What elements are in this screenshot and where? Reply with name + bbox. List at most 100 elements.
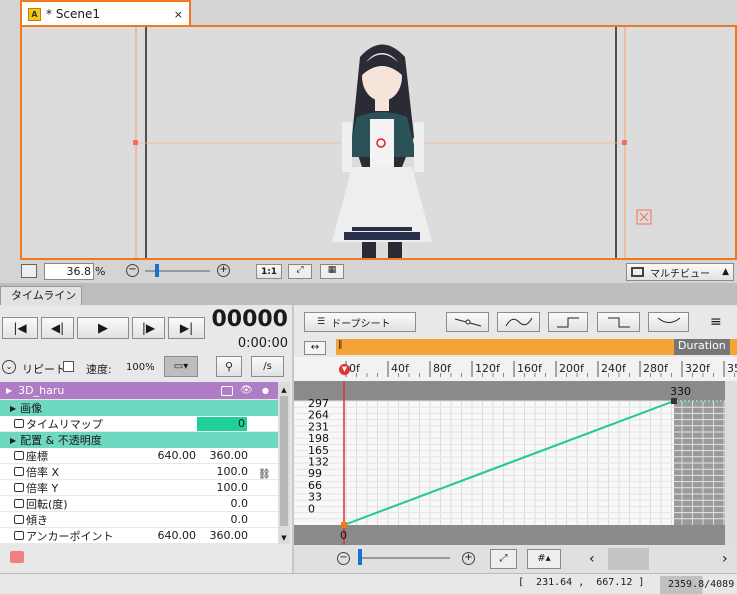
- prop-row[interactable]: アンカーポイント 640.00 360.00: [0, 528, 278, 544]
- ruler-tick-label: 80f: [433, 362, 452, 375]
- zoom-1to1-button[interactable]: 1:1: [256, 264, 282, 279]
- graph-vscroll: [725, 381, 737, 545]
- keyframe-start: [341, 522, 347, 528]
- graph-editor[interactable]: 29726423119816513299663303300: [294, 381, 737, 545]
- graph-zoom-out-icon[interactable]: −: [337, 552, 350, 565]
- playhead-handle[interactable]: ▼: [339, 364, 350, 375]
- zoom-input[interactable]: 36.8: [44, 263, 94, 280]
- keyframe-toggle-icon[interactable]: [14, 499, 24, 508]
- onion-skin-button[interactable]: ▭▾: [164, 356, 198, 377]
- prop-label: タイムリマップ: [26, 417, 103, 431]
- scroll-right-icon[interactable]: ›: [722, 551, 728, 567]
- fit-view-icon[interactable]: [21, 264, 37, 278]
- zoom-slider-handle[interactable]: [155, 264, 159, 277]
- work-range-bar[interactable]: ‖ Duration: [336, 339, 737, 355]
- step-out-icon[interactable]: [597, 312, 640, 332]
- group-transform-label: 配置 & 不透明度: [20, 434, 102, 447]
- link-icon[interactable]: ⛓: [258, 469, 271, 480]
- folder-icon[interactable]: [10, 551, 24, 563]
- timeremap-value[interactable]: 0: [197, 416, 247, 431]
- fit-range-icon[interactable]: ↔: [304, 341, 326, 355]
- chevron-down-icon[interactable]: ⌄: [2, 360, 16, 374]
- horizontal-scroll-thumb[interactable]: [608, 548, 649, 570]
- go-to-start-button[interactable]: |◀: [2, 317, 38, 339]
- fit-graph-icon[interactable]: ⤢: [490, 549, 517, 569]
- tab-scene1[interactable]: A * Scene1 ×: [20, 0, 191, 26]
- prop-row[interactable]: 座標 640.00 360.00: [0, 448, 278, 464]
- ruler-tick-label: 160f: [517, 362, 543, 375]
- tab-title: * Scene1: [46, 7, 101, 21]
- speed-label: 速度:: [86, 363, 112, 376]
- ruler-tick-label: 350: [727, 362, 737, 375]
- prop-value-2[interactable]: 360.00: [210, 529, 249, 542]
- prop-row[interactable]: 回転(度) 0.0: [0, 496, 278, 512]
- next-frame-button[interactable]: |▶: [132, 317, 165, 339]
- zoom-value: 36.8: [66, 265, 92, 278]
- prop-value-2[interactable]: 0.0: [231, 513, 249, 526]
- dopesheet-button[interactable]: ☰ ドープシート: [304, 312, 416, 332]
- graph-zoom-handle[interactable]: [358, 549, 362, 565]
- grid-icon[interactable]: ▦: [320, 264, 344, 279]
- keyframe-toggle-icon[interactable]: [14, 451, 24, 460]
- scroll-left-icon[interactable]: ‹: [589, 551, 595, 567]
- keyframe-toggle-icon[interactable]: [14, 467, 24, 476]
- group-image[interactable]: ▶ 画像: [0, 400, 278, 416]
- graph-zoom-in-icon[interactable]: +: [462, 552, 475, 565]
- prop-value-2[interactable]: 360.00: [210, 449, 249, 462]
- zoom-in-icon[interactable]: +: [217, 264, 230, 277]
- dopesheet-label: ドープシート: [331, 318, 391, 330]
- play-button[interactable]: ▶: [77, 317, 129, 339]
- prop-label: 傾き: [26, 513, 48, 527]
- dot-icon[interactable]: ●: [262, 386, 269, 395]
- zoom-out-icon[interactable]: −: [126, 264, 139, 277]
- scene-viewport[interactable]: [20, 25, 737, 260]
- prop-value-1[interactable]: 640.00: [158, 529, 197, 542]
- prop-row[interactable]: 倍率 X 100.0: [0, 464, 278, 480]
- frame-counter: 00000: [211, 307, 288, 332]
- prop-value-1[interactable]: 640.00: [158, 449, 197, 462]
- close-icon[interactable]: ×: [174, 8, 183, 21]
- prop-value-2[interactable]: 100.0: [217, 481, 249, 494]
- keyframe-toggle-icon[interactable]: [14, 531, 24, 540]
- keyframe-toggle-icon[interactable]: [14, 419, 24, 428]
- graph-grid-icon[interactable]: #▴: [527, 549, 561, 569]
- per-second-button[interactable]: /s: [251, 356, 284, 377]
- ruler-tick-label: 40f: [391, 362, 410, 375]
- graph-zoom-slider[interactable]: [358, 557, 450, 559]
- property-scrollbar[interactable]: ▲ ▼: [278, 382, 290, 544]
- ease-icon[interactable]: [648, 312, 689, 332]
- cursor-coords: [ 231.64 , 667.12 ]: [518, 577, 645, 588]
- scene-icon: A: [28, 7, 41, 21]
- prop-row[interactable]: 傾き 0.0: [0, 512, 278, 528]
- prop-value-2[interactable]: 0.0: [231, 497, 249, 510]
- repeat-checkbox[interactable]: [63, 361, 74, 372]
- prop-row[interactable]: 倍率 Y 100.0: [0, 480, 278, 496]
- keyframe-toggle-icon[interactable]: [14, 515, 24, 524]
- linear-interp-icon[interactable]: [446, 312, 489, 332]
- layer-row-3d-haru[interactable]: ▶ 3D_haru 👁 ●: [0, 382, 278, 399]
- fit-screen-icon[interactable]: ⤢: [288, 264, 312, 279]
- tab-timeline[interactable]: タイムライン: [0, 286, 82, 305]
- key-pin-icon[interactable]: ⚲: [216, 356, 242, 377]
- smooth-interp-icon[interactable]: [497, 312, 540, 332]
- ruler-tick-label: 240f: [601, 362, 627, 375]
- ruler-tick-label: 0f: [349, 362, 361, 375]
- step-in-icon[interactable]: [548, 312, 588, 332]
- range-start-handle[interactable]: ‖: [338, 340, 343, 350]
- chevron-up-icon: ▲: [722, 267, 729, 277]
- duration-label: Duration: [674, 339, 730, 355]
- eye-icon[interactable]: 👁: [240, 385, 253, 396]
- speed-value[interactable]: 100%: [126, 362, 155, 373]
- prev-frame-button[interactable]: ◀|: [41, 317, 74, 339]
- prop-label: 倍率 X: [26, 465, 60, 479]
- group-transform[interactable]: ▶ 配置 & 不透明度: [0, 432, 278, 448]
- multiview-button[interactable]: マルチビュー ▲: [626, 263, 734, 281]
- layout-icon: [631, 267, 644, 277]
- keyframe-toggle-icon[interactable]: [14, 483, 24, 492]
- graph-bottom-band: [294, 525, 737, 545]
- prop-label: 座標: [26, 449, 48, 463]
- prop-timeremap[interactable]: タイムリマップ 0: [0, 416, 278, 432]
- menu-icon[interactable]: ≡: [710, 314, 722, 330]
- go-to-end-button[interactable]: ▶|: [168, 317, 205, 339]
- prop-value-2[interactable]: 100.0: [217, 465, 249, 478]
